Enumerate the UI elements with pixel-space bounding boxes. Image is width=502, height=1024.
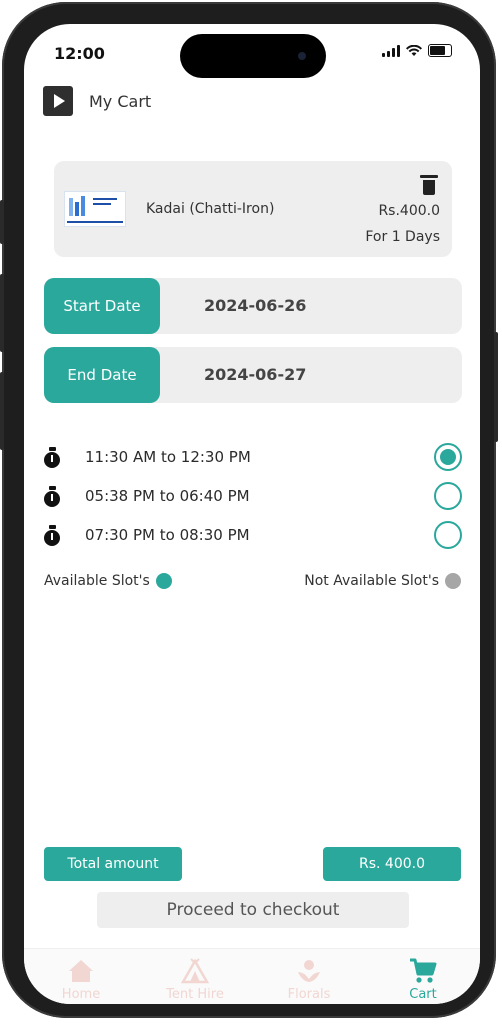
stopwatch-icon: [42, 447, 64, 469]
nav-item-florals[interactable]: Florals: [252, 949, 366, 1004]
nav-item-cart[interactable]: Cart: [366, 949, 480, 1004]
product-thumbnail: [64, 191, 126, 227]
proceed-to-checkout-button[interactable]: Proceed to checkout: [97, 892, 409, 928]
end-date-row[interactable]: End Date 2024-06-27: [44, 347, 462, 403]
status-icons: [382, 44, 452, 57]
volume-up-button: [0, 274, 4, 352]
home-icon: [69, 960, 93, 982]
mute-switch: [0, 200, 4, 244]
start-date-label: Start Date: [44, 278, 160, 334]
back-icon[interactable]: [43, 86, 73, 116]
phone-frame: 12:00 My Cart Kadai (Chatti-Iron) Rs.400…: [0, 2, 498, 1018]
slot-time: 07:30 PM to 08:30 PM: [85, 526, 250, 544]
stopwatch-icon: [42, 486, 64, 508]
time-slot[interactable]: 07:30 PM to 08:30 PM: [42, 521, 462, 551]
flower-icon: [298, 960, 320, 982]
item-duration: For 1 Days: [365, 229, 440, 245]
slot-radio[interactable]: [434, 521, 462, 549]
total-amount-value: Rs. 400.0: [323, 847, 461, 881]
time-slot[interactable]: 05:38 PM to 06:40 PM: [42, 482, 462, 512]
cart-item-card: Kadai (Chatti-Iron) Rs.400.0 For 1 Days: [54, 161, 452, 257]
delete-icon[interactable]: [420, 175, 438, 195]
volume-down-button: [0, 372, 4, 450]
nav-label: Home: [61, 987, 101, 1002]
slot-time: 11:30 AM to 12:30 PM: [85, 448, 251, 466]
nav-label: Cart: [409, 987, 437, 1002]
item-name: Kadai (Chatti-Iron): [146, 201, 275, 217]
total-amount-label: Total amount: [44, 847, 182, 881]
legend-not-available: Not Available Slot's: [304, 573, 461, 589]
screen: 12:00 My Cart Kadai (Chatti-Iron) Rs.400…: [24, 24, 480, 1004]
slot-radio[interactable]: [434, 482, 462, 510]
wifi-icon: [406, 44, 422, 56]
start-date-row[interactable]: Start Date 2024-06-26: [44, 278, 462, 334]
legend-available-label: Available Slot's: [44, 573, 150, 589]
stopwatch-icon: [42, 525, 64, 547]
slot-radio[interactable]: [434, 443, 462, 471]
dynamic-island: [180, 34, 326, 78]
legend-not-available-label: Not Available Slot's: [304, 573, 439, 589]
end-date-value: 2024-06-27: [204, 365, 307, 384]
nav-label: Tent Hire: [166, 987, 224, 1002]
nav-item-home[interactable]: Home: [24, 949, 138, 1004]
status-time: 12:00: [54, 44, 105, 63]
battery-icon: [428, 44, 452, 57]
signal-icon: [382, 44, 400, 57]
power-button: [494, 332, 498, 442]
end-date-label: End Date: [44, 347, 160, 403]
item-price: Rs.400.0: [378, 203, 440, 219]
header: My Cart: [43, 86, 151, 116]
cart-icon: [410, 958, 437, 983]
bottom-nav: Home Tent Hire Florals Cart: [24, 948, 480, 1004]
time-slot[interactable]: 11:30 AM to 12:30 PM: [42, 443, 462, 473]
available-dot-icon: [155, 573, 172, 589]
slot-time: 05:38 PM to 06:40 PM: [85, 487, 250, 505]
legend-available: Available Slot's: [44, 573, 172, 589]
tent-icon: [181, 958, 209, 984]
start-date-value: 2024-06-26: [204, 296, 307, 315]
nav-item-tent-hire[interactable]: Tent Hire: [138, 949, 252, 1004]
page-title: My Cart: [89, 91, 152, 111]
not-available-dot-icon: [445, 573, 461, 589]
nav-label: Florals: [287, 987, 331, 1002]
